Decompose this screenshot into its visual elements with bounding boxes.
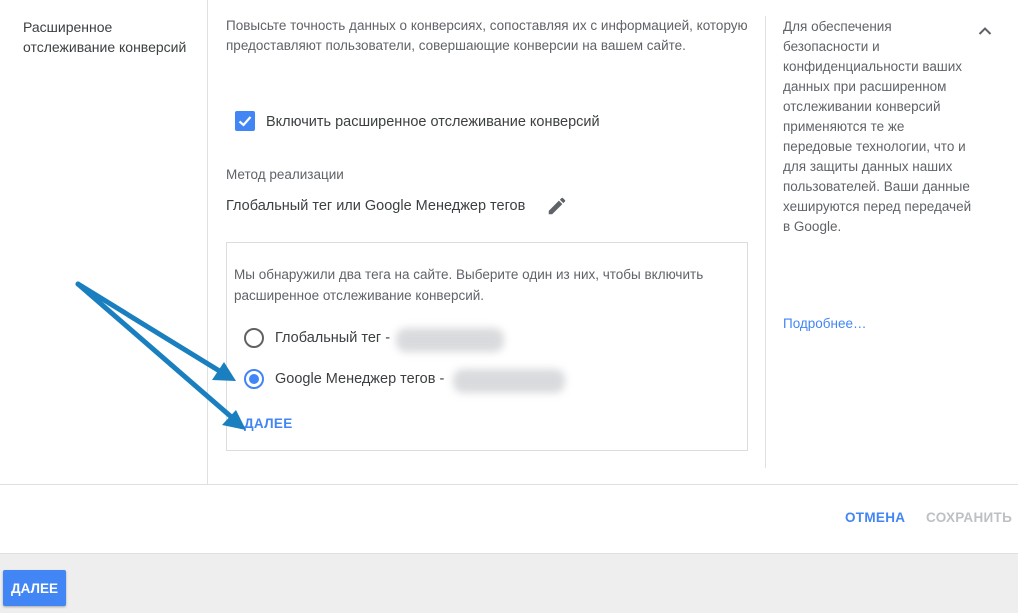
pencil-icon[interactable] [546, 195, 568, 217]
tag-box-description: Мы обнаружили два тега на сайте. Выберит… [234, 267, 704, 303]
radio-tag-manager[interactable] [244, 369, 264, 389]
help-divider [765, 16, 766, 468]
learn-more-link[interactable]: Подробнее… [783, 314, 867, 334]
blurred-tag-id [396, 328, 504, 352]
chevron-up-icon[interactable] [973, 19, 997, 43]
settings-panel: Расширенное отслеживание конверсий Повыс… [0, 0, 1018, 553]
radio-tag-manager-label[interactable]: Google Менеджер тегов - [275, 369, 444, 389]
save-button[interactable]: СОХРАНИТЬ [926, 510, 1012, 525]
cancel-button[interactable]: ОТМЕНА [845, 510, 905, 525]
method-value: Глобальный тег или Google Менеджер тегов [226, 198, 526, 214]
radio-global-tag-label[interactable]: Глобальный тег - [275, 328, 390, 348]
vertical-divider [207, 0, 208, 484]
checkbox-label[interactable]: Включить расширенное отслеживание конвер… [266, 112, 600, 132]
actions-divider [0, 484, 1018, 485]
section-description: Повысьте точность данных о конверсиях, с… [226, 18, 748, 53]
section-title: Расширенное отслеживание конверсий [23, 19, 187, 55]
next-button[interactable]: ДАЛЕЕ [3, 570, 66, 606]
box-next-button[interactable]: ДАЛЕЕ [244, 416, 293, 431]
method-label: Метод реализации [226, 167, 344, 182]
footer-bar [0, 553, 1018, 613]
radio-global-tag[interactable] [244, 328, 264, 348]
checkmark-icon [238, 116, 252, 127]
blurred-container-id [453, 369, 565, 393]
enhanced-conversions-checkbox[interactable] [235, 111, 255, 131]
help-text: Для обеспечения безопасности и конфиденц… [783, 19, 972, 234]
